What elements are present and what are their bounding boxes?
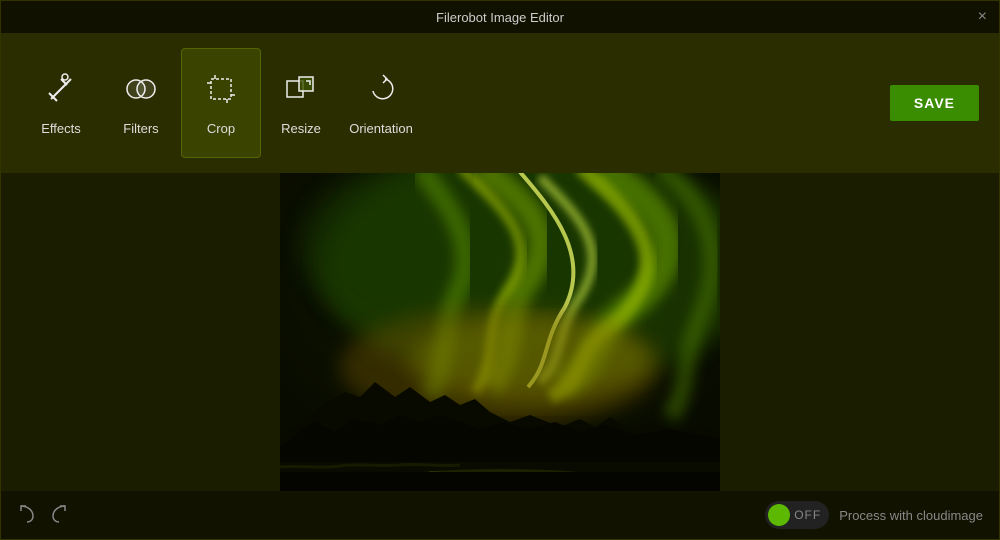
tool-resize[interactable]: Resize [261,48,341,158]
tool-effects[interactable]: Effects [21,48,101,158]
filters-label: Filters [123,121,158,136]
tool-filters[interactable]: Filters [101,48,181,158]
effects-icon [43,71,79,113]
toggle-label: OFF [794,508,821,522]
titlebar: Filerobot Image Editor × [1,1,999,33]
toolbar-right: SAVE [890,85,979,121]
main-content [1,173,999,491]
redo-button[interactable] [49,503,69,528]
bottombar: OFF Process with cloudimage [1,491,999,539]
orientation-label: Orientation [349,121,413,136]
filters-icon [123,71,159,113]
toggle-circle [768,504,790,526]
crop-icon [203,71,239,113]
save-button[interactable]: SAVE [890,85,979,121]
tool-crop[interactable]: Crop [181,48,261,158]
undo-button[interactable] [17,503,37,528]
window: Filerobot Image Editor × Effects [0,0,1000,540]
image-area [280,173,720,491]
tool-orientation[interactable]: Orientation [341,48,421,158]
cloudimage-toggle[interactable]: OFF [765,501,829,529]
resize-label: Resize [281,121,321,136]
toolbar: Effects Filters [1,33,999,173]
window-title: Filerobot Image Editor [436,10,564,25]
crop-label: Crop [207,121,235,136]
aurora-image [280,173,720,491]
effects-label: Effects [41,121,81,136]
cloudimage-label: Process with cloudimage [839,508,983,523]
bottom-right: OFF Process with cloudimage [765,501,983,529]
bottom-left [17,503,69,528]
resize-icon [283,71,319,113]
close-button[interactable]: × [978,9,987,25]
orientation-icon [363,71,399,113]
